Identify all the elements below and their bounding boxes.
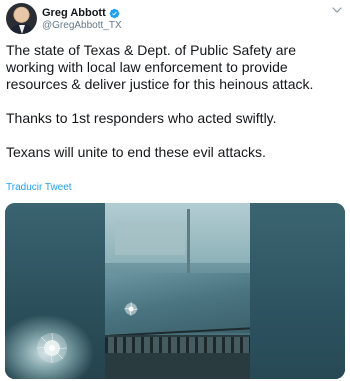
photo-building	[115, 221, 185, 255]
tweet-paragraph: Texans will unite to end these evil atta…	[6, 144, 266, 160]
author-handle[interactable]: @GregAbbott_TX	[42, 20, 122, 31]
translate-tweet-link[interactable]: Traducir Tweet	[6, 182, 72, 193]
avatar[interactable]	[6, 3, 37, 34]
author-name-row[interactable]: Greg Abbott	[42, 6, 120, 20]
bullet-hole-icon	[36, 332, 68, 364]
tweet-paragraph: The state of Texas & Dept. of Public Saf…	[6, 42, 314, 92]
tweet-text: The state of Texas & Dept. of Public Saf…	[6, 42, 346, 161]
media-blurred-right	[250, 203, 345, 379]
photo-dashboard-vents	[105, 337, 250, 353]
tweet-media[interactable]	[5, 203, 345, 379]
tweet-paragraph: Thanks to 1st responders who acted swift…	[6, 110, 277, 126]
bullet-hole-icon	[123, 301, 139, 317]
verified-badge-icon	[109, 8, 120, 18]
author-name[interactable]: Greg Abbott	[42, 7, 106, 19]
media-photo[interactable]	[105, 203, 250, 379]
photo-pole	[187, 209, 190, 279]
tweet-card: Greg Abbott @GregAbbott_TX The state of …	[0, 0, 350, 381]
chevron-down-icon[interactable]	[332, 6, 342, 14]
